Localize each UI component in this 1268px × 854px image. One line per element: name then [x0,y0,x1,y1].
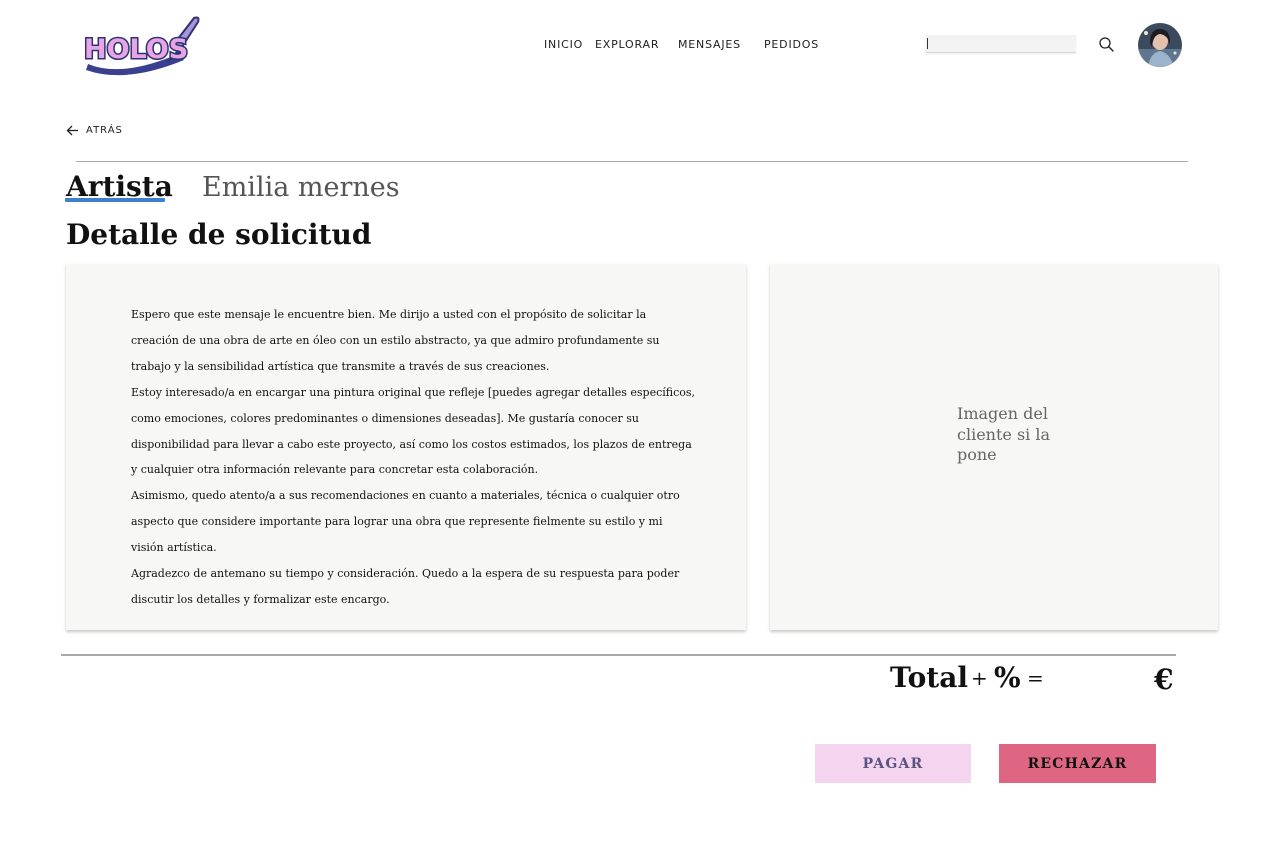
nav-item-mensajes[interactable]: MENSAJES [678,38,741,51]
holos-logo[interactable]: HOLOS [82,14,202,76]
nav-item-pedidos[interactable]: PEDIDOS [764,38,819,51]
request-message: Espero que este mensaje le encuentre bie… [131,302,696,613]
divider [61,654,1176,656]
active-tab-indicator [65,198,165,202]
arrow-left-icon [66,125,78,135]
search-input[interactable] [926,35,1076,53]
divider [76,161,1188,162]
message-paragraph: Estoy interesado/a en encargar una pintu… [131,385,696,477]
request-message-panel: Espero que este mensaje le encuentre bie… [66,264,746,630]
image-placeholder-text: Imagen del cliente si la pone [957,404,1051,464]
user-avatar-icon [1138,23,1182,67]
total-equals: = [1027,666,1044,690]
search-icon[interactable] [1098,36,1115,53]
page-title: Detalle de solicitud [66,218,372,251]
message-paragraph: Asimismo, quedo atento/a a sus recomenda… [131,489,680,555]
back-link[interactable]: ATRÁS [66,122,123,138]
pay-button[interactable]: PAGAR [815,744,971,783]
message-paragraph: Espero que este mensaje le encuentre bie… [131,308,660,373]
total-label: Total [890,661,969,694]
message-paragraph: Agradezco de antemano su tiempo y consid… [131,567,680,606]
reject-button[interactable]: RECHAZAR [999,744,1156,783]
client-image-panel: Imagen del cliente si la pone [770,264,1218,630]
total-percent: % [994,661,1021,694]
artist-name: Emilia mernes [202,172,400,203]
nav-item-explorar[interactable]: EXPLORAR [595,38,659,51]
text-cursor [927,38,928,49]
nav-item-inicio[interactable]: INICIO [544,38,583,51]
svg-text:HOLOS: HOLOS [84,34,188,65]
holos-logo-graphic: HOLOS [83,16,200,76]
total-currency: € [1154,663,1174,696]
total-plus: + [971,666,988,690]
back-label: ATRÁS [86,124,123,136]
avatar[interactable] [1138,23,1182,67]
